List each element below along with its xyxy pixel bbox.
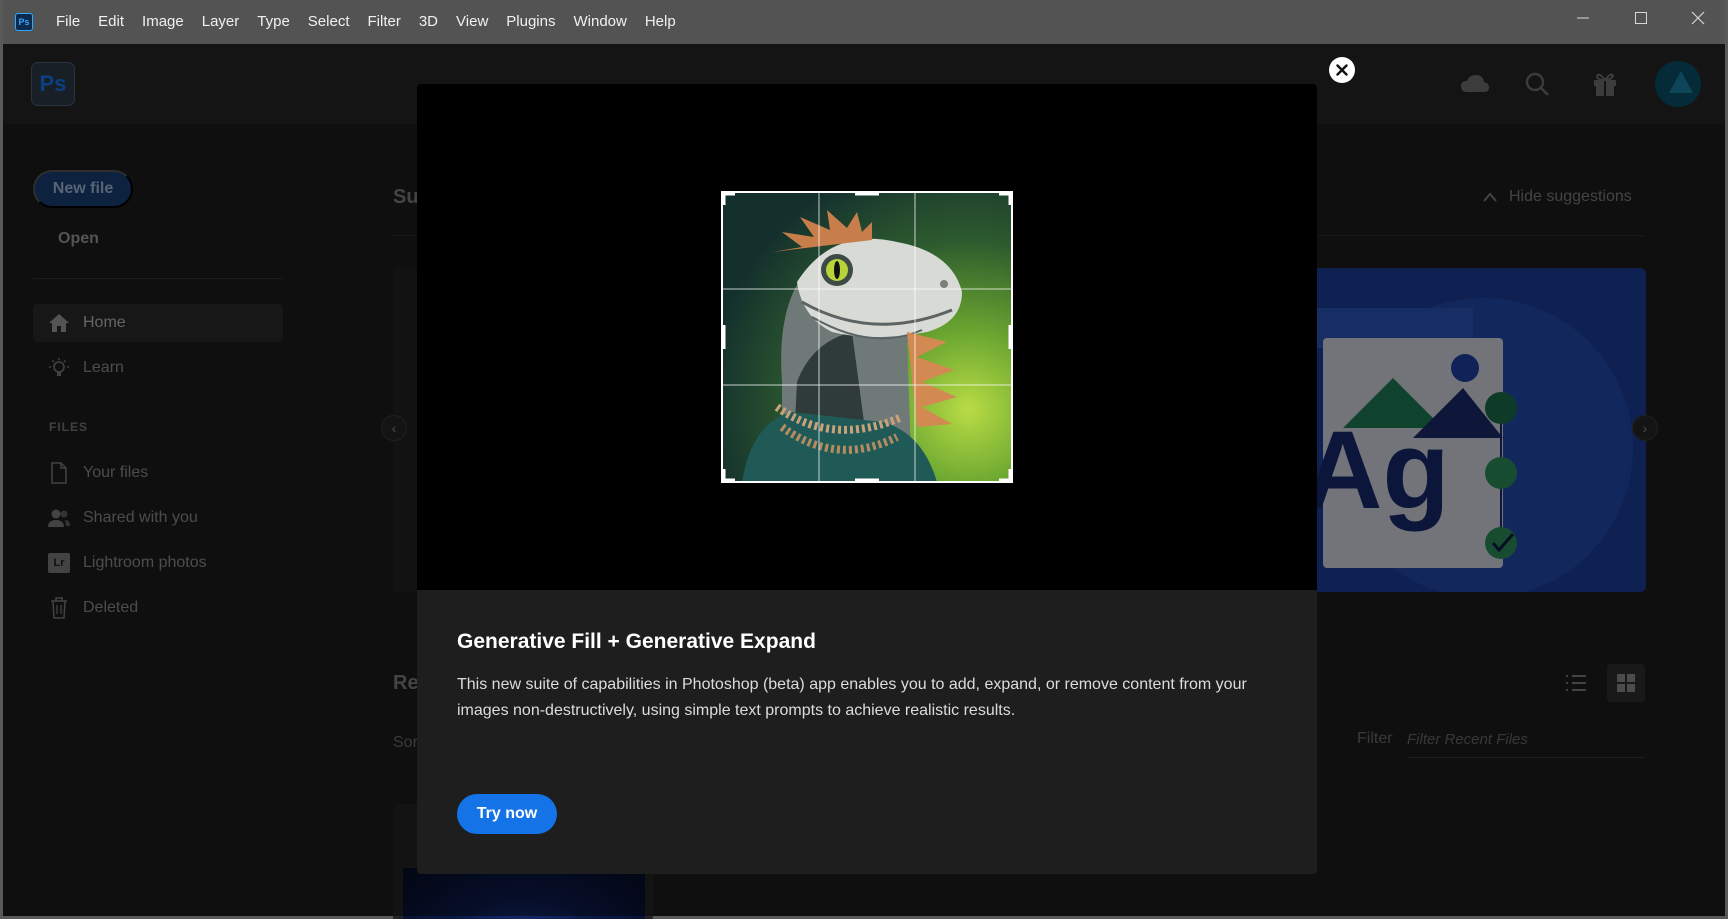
menu-bar: Ps File Edit Image Layer Type Select Fil… [3, 0, 1725, 44]
try-now-button[interactable]: Try now [457, 794, 557, 834]
menu-window[interactable]: Window [564, 0, 635, 44]
menu-plugins[interactable]: Plugins [497, 0, 564, 44]
menu-help[interactable]: Help [636, 0, 685, 44]
menu-layer[interactable]: Layer [193, 0, 249, 44]
whats-new-dialog: Generative Fill + Generative Expand This… [417, 84, 1317, 874]
menu-image[interactable]: Image [133, 0, 193, 44]
dialog-content: Generative Fill + Generative Expand This… [457, 630, 1277, 724]
close-icon [1336, 64, 1348, 76]
window-close-icon [1691, 11, 1705, 25]
menu-filter[interactable]: Filter [359, 0, 410, 44]
maximize-icon [1635, 12, 1647, 24]
menu-edit[interactable]: Edit [89, 0, 133, 44]
minimize-button[interactable] [1555, 0, 1611, 36]
menu-type[interactable]: Type [248, 0, 299, 44]
photoshop-app-icon: Ps [15, 13, 33, 31]
dialog-close-button[interactable] [1329, 57, 1355, 83]
crop-frame[interactable] [721, 191, 1013, 483]
menu-file[interactable]: File [47, 0, 89, 44]
dialog-title: Generative Fill + Generative Expand [457, 630, 816, 653]
menu-3d[interactable]: 3D [410, 0, 447, 44]
window-close-button[interactable] [1670, 0, 1726, 36]
photoshop-window: Ps File Edit Image Layer Type Select Fil… [0, 0, 1728, 919]
dialog-description: This new suite of capabilities in Photos… [457, 676, 1247, 719]
menu-select[interactable]: Select [299, 0, 359, 44]
menu-view[interactable]: View [447, 0, 497, 44]
maximize-button[interactable] [1613, 0, 1669, 36]
feature-preview-media [417, 84, 1317, 590]
minimize-icon [1577, 17, 1589, 19]
